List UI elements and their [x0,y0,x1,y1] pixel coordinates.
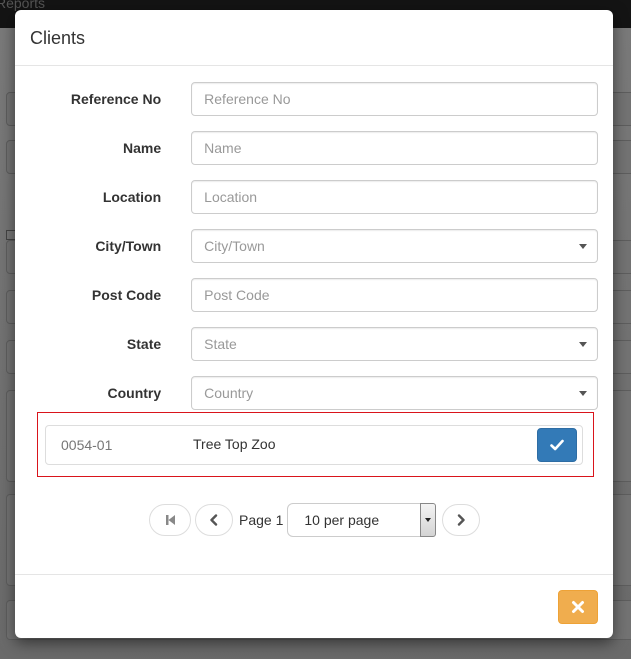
city-town-select[interactable]: City/Town [191,229,598,263]
name-input[interactable] [204,140,585,156]
post-code-label: Post Code [91,287,162,303]
caret-down-icon [425,518,432,522]
reference-no-input[interactable] [204,91,585,107]
caret-down-icon [579,342,587,347]
state-placeholder: State [204,336,237,352]
close-icon [572,601,584,613]
modal-header: Clients [15,10,613,66]
reference-no-field[interactable] [191,82,598,116]
form-row-reference-no: Reference No [30,82,598,116]
name-label: Name [123,140,162,156]
caret-down-icon [579,391,587,396]
results-highlight: 0054-01 Tree Top Zoo [37,412,594,477]
modal-footer [15,574,613,638]
form-row-name: Name [30,131,598,165]
next-page-button[interactable] [442,504,481,536]
result-reference: 0054-01 [61,437,113,453]
first-page-button[interactable] [149,504,191,536]
post-code-field[interactable] [191,278,598,312]
step-backward-icon [165,515,175,525]
check-icon [550,439,564,451]
per-page-value: 10 per page [304,512,380,528]
result-name: Tree Top Zoo [193,436,276,452]
per-page-select[interactable]: 10 per page [287,503,437,537]
page-indicator: Page 1 [239,512,284,528]
form-row-country: Country Country [30,376,598,410]
result-row[interactable]: 0054-01 Tree Top Zoo [45,425,583,465]
city-town-label: City/Town [95,238,162,254]
post-code-input[interactable] [204,287,585,303]
modal-body: Reference No Name Location City/Town Cit… [15,66,613,574]
location-label: Location [102,189,162,205]
previous-page-button[interactable] [195,504,233,536]
select-client-button[interactable] [537,428,577,462]
caret-down-icon [579,244,587,249]
city-town-placeholder: City/Town [204,238,265,254]
country-label: Country [107,385,162,401]
state-select[interactable]: State [191,327,598,361]
location-input[interactable] [204,189,585,205]
form-row-location: Location [30,180,598,214]
chevron-left-icon [210,514,218,526]
chevron-right-icon [458,514,466,526]
close-modal-button[interactable] [558,590,598,624]
country-select[interactable]: Country [191,376,598,410]
country-placeholder: Country [204,385,254,401]
per-page-dropdown-arrow[interactable] [420,503,437,537]
state-label: State [126,336,162,352]
clients-modal: Clients Reference No Name Location City/… [15,10,613,638]
form-row-city-town: City/Town City/Town [30,229,598,263]
modal-title: Clients [30,28,86,48]
reference-no-label: Reference No [70,91,162,107]
location-field[interactable] [191,180,598,214]
name-field[interactable] [191,131,598,165]
form-row-post-code: Post Code [30,278,598,312]
form-row-state: State State [30,327,598,361]
pagination: Page 1 10 per page [149,503,484,537]
